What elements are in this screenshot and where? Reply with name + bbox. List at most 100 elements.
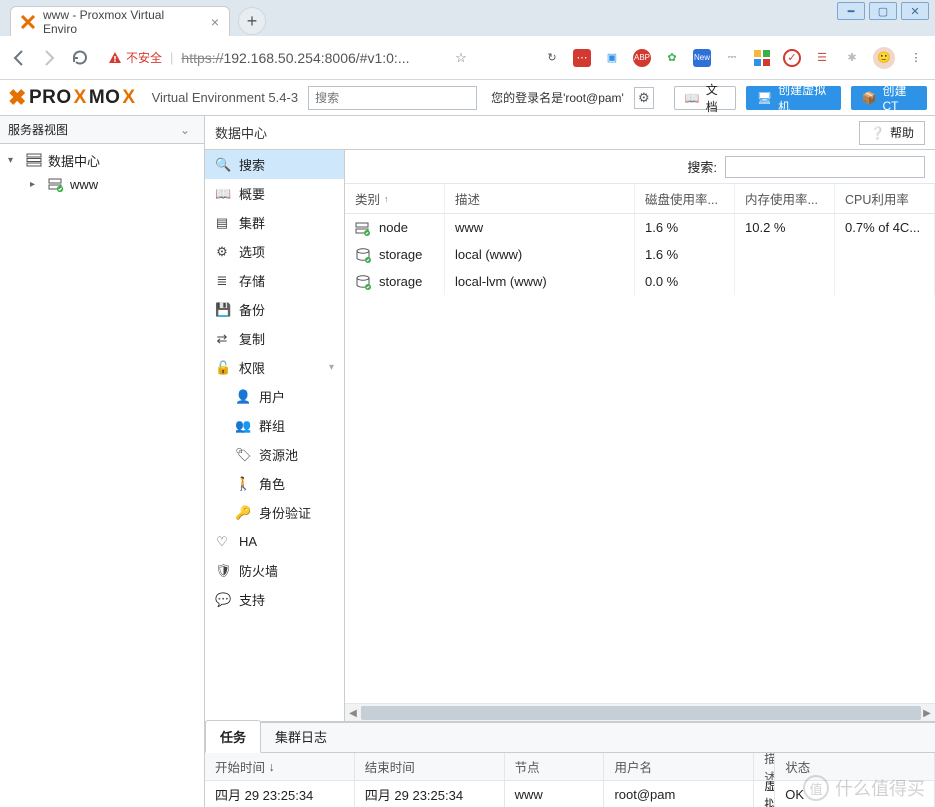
new-tab-button[interactable]: + xyxy=(238,7,266,35)
log-col-start[interactable]: 开始时间 ↓ xyxy=(205,753,355,780)
browser-menu-icon[interactable]: ⋮ xyxy=(907,49,925,67)
window-minimize-button[interactable]: ━ xyxy=(837,2,865,20)
cell-cpu: 0.7% of 4C... xyxy=(835,214,935,241)
tab-close-icon[interactable]: × xyxy=(211,14,219,30)
ext-icon[interactable]: New xyxy=(693,49,711,67)
global-search-input[interactable] xyxy=(308,86,477,110)
expand-icon[interactable]: ▸ xyxy=(30,179,42,190)
panel-item-users[interactable]: 👥群组 xyxy=(205,411,344,440)
panel-item-label: 群组 xyxy=(259,416,285,435)
scroll-left-icon[interactable]: ◀ xyxy=(345,704,361,722)
panel-item-male[interactable]: 🚶角色 xyxy=(205,469,344,498)
panel-item-label: 复制 xyxy=(239,329,265,348)
create-vm-button[interactable]: 🖥 创建虚拟机 xyxy=(746,86,841,110)
log-col-node[interactable]: 节点 xyxy=(505,753,605,780)
help-label: 帮助 xyxy=(890,124,914,141)
grid-row[interactable]: nodewww1.6 %10.2 %0.7% of 4C... xyxy=(345,214,935,241)
window-controls: ━ ▢ ✕ xyxy=(837,2,929,20)
ext-icon[interactable]: ⋯ xyxy=(573,49,591,67)
col-disk[interactable]: 磁盘使用率... xyxy=(635,184,735,213)
grid-row[interactable]: storagelocal-lvm (www)0.0 % xyxy=(345,268,935,295)
panel-item-list[interactable]: ▤ 集群 xyxy=(205,208,344,237)
tab-tasks[interactable]: 任务 xyxy=(205,720,261,753)
scrollbar-thumb[interactable] xyxy=(361,706,921,720)
lock-icon: 🔓 xyxy=(215,360,229,376)
ext-icon[interactable]: ABP xyxy=(633,49,651,67)
panel-item-save[interactable]: 💾备份 xyxy=(205,295,344,324)
tree-node-www[interactable]: ▸ www xyxy=(0,172,204,196)
user-icon: 👤 xyxy=(235,389,249,405)
avatar-icon[interactable]: 🙂 xyxy=(873,47,895,69)
settings-gear-button[interactable]: ⚙ xyxy=(634,87,654,109)
cell-mem xyxy=(735,241,835,268)
panel-item-label: 集群 xyxy=(239,213,265,232)
panel-item-retweet[interactable]: ⇄复制 xyxy=(205,324,344,353)
help-button[interactable]: ❔ 帮助 xyxy=(859,121,925,145)
help-icon: ❔ xyxy=(870,126,885,140)
scroll-right-icon[interactable]: ▶ xyxy=(919,704,935,722)
window-maximize-button[interactable]: ▢ xyxy=(869,2,897,20)
col-desc[interactable]: 描述 xyxy=(445,184,635,213)
tab-cluster-log[interactable]: 集群日志 xyxy=(261,721,341,752)
ext-icon[interactable]: ☰ xyxy=(813,49,831,67)
chevron-down-icon: ▾ xyxy=(329,362,334,373)
log-col-status[interactable]: 状态 xyxy=(775,753,935,780)
tree-datacenter[interactable]: ▾ 数据中心 xyxy=(0,148,204,172)
cell-status: OK xyxy=(775,781,935,807)
panel-item-book[interactable]: 📖概要 xyxy=(205,179,344,208)
col-type[interactable]: 类别↑ xyxy=(345,184,445,213)
grid-search-input[interactable] xyxy=(725,156,925,178)
cell-start: 四月 29 23:25:34 xyxy=(205,781,355,807)
panel-item-lock[interactable]: 🔓权限▾ xyxy=(205,353,344,382)
cell-user: root@pam xyxy=(604,781,754,807)
panel-item-gear[interactable]: ⚙选项 xyxy=(205,237,344,266)
ext-icon[interactable] xyxy=(753,49,771,67)
cube-icon: 📦 xyxy=(862,91,877,105)
log-col-user[interactable]: 用户名 xyxy=(604,753,754,780)
collapse-icon[interactable]: ▾ xyxy=(8,155,20,166)
panel-item-db[interactable]: ≣存储 xyxy=(205,266,344,295)
create-ct-button[interactable]: 📦 创建CT xyxy=(851,86,927,110)
ext-icon[interactable]: ✿ xyxy=(663,49,681,67)
cell-mem xyxy=(735,268,835,295)
chevron-down-icon: ⌄ xyxy=(180,123,196,137)
panel-item-user[interactable]: 👤用户 xyxy=(205,382,344,411)
ext-icon[interactable]: ↻ xyxy=(543,49,561,67)
cell-type: node xyxy=(379,220,408,235)
ext-icon[interactable]: ✓ xyxy=(783,49,801,67)
panel-item-comment[interactable]: 💬支持 xyxy=(205,585,344,614)
cell-type: storage xyxy=(379,247,422,262)
star-icon[interactable]: ☆ xyxy=(452,49,470,67)
log-col-end[interactable]: 结束时间 xyxy=(355,753,505,780)
book-icon: 📖 xyxy=(685,91,700,105)
nav-forward-icon[interactable] xyxy=(40,49,58,67)
col-cpu[interactable]: CPU利用率 xyxy=(835,184,935,213)
address-bar[interactable]: 不安全 | https://192.168.50.254:8006/#v1:0:… xyxy=(100,46,440,69)
panel-item-shield[interactable]: 🛡防火墙 xyxy=(205,556,344,585)
browser-tab[interactable]: www - Proxmox Virtual Enviro × xyxy=(10,6,230,36)
search-icon: 🔍 xyxy=(215,157,229,173)
panel-item-heart[interactable]: ♡HA xyxy=(205,527,344,556)
ext-icon[interactable]: ✱ xyxy=(843,49,861,67)
nav-reload-icon[interactable] xyxy=(70,49,88,67)
ext-icon[interactable]: ⎓ xyxy=(723,49,741,67)
horizontal-scrollbar[interactable]: ◀ ▶ xyxy=(345,703,935,721)
docs-button[interactable]: 📖 文档 xyxy=(674,86,736,110)
log-header: 开始时间 ↓ 结束时间 节点 用户名 描述 状态 xyxy=(205,753,935,781)
panel-item-label: 概要 xyxy=(239,184,265,203)
list-icon: ▤ xyxy=(215,215,229,231)
panel-item-label: 资源池 xyxy=(259,445,298,464)
view-selector[interactable]: 服务器视图 ⌄ xyxy=(0,116,204,144)
nav-back-icon[interactable] xyxy=(10,49,28,67)
grid-row[interactable]: storagelocal (www)1.6 % xyxy=(345,241,935,268)
save-icon: 💾 xyxy=(215,302,229,318)
log-row[interactable]: 四月 29 23:25:34四月 29 23:25:34wwwroot@pam启… xyxy=(205,781,935,807)
cell-desc: local-lvm (www) xyxy=(445,268,635,295)
ext-icon[interactable]: ▣ xyxy=(603,49,621,67)
panel-item-tag[interactable]: 🏷资源池 xyxy=(205,440,344,469)
log-col-desc[interactable]: 描述 xyxy=(754,753,775,780)
col-mem[interactable]: 内存使用率... xyxy=(735,184,835,213)
panel-item-search[interactable]: 🔍搜索 xyxy=(205,150,344,179)
panel-item-key[interactable]: 🔑身份验证 xyxy=(205,498,344,527)
window-close-button[interactable]: ✕ xyxy=(901,2,929,20)
